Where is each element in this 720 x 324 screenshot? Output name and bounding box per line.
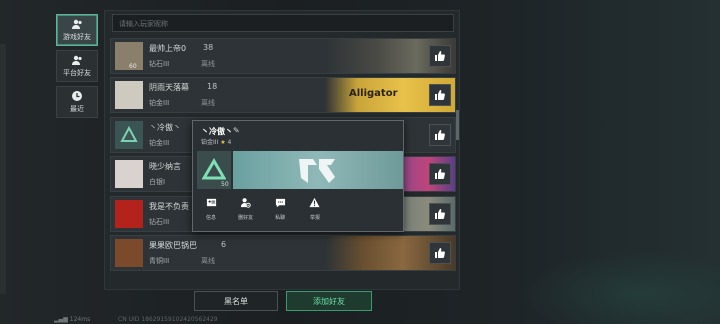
- users-icon: [72, 19, 82, 29]
- friend-rank: 白银I: [149, 178, 166, 186]
- friend-count: 18: [207, 82, 218, 91]
- thumbs-up-icon: [435, 90, 445, 100]
- friend-name: 最帅上帝0: [149, 44, 187, 53]
- friend-count: 6: [221, 240, 227, 249]
- list-item[interactable]: 60 最帅上帝0 38 钻石III 离线: [110, 38, 456, 74]
- friend-rank: 钻石III: [149, 218, 170, 226]
- search-input[interactable]: 请输入玩家昵称: [112, 14, 454, 32]
- add-friend-button[interactable]: 添加好友: [286, 291, 372, 311]
- friend-status: 离线: [201, 99, 215, 107]
- scrollbar[interactable]: [456, 110, 459, 140]
- popup-rank: 铂金III ★ 4: [201, 137, 231, 146]
- friend-status: 离线: [201, 257, 215, 265]
- friend-status: 离线: [201, 60, 215, 68]
- tab-recent[interactable]: 最近: [56, 86, 98, 118]
- star-icon: ★: [220, 139, 226, 146]
- profile-card-icon: [206, 198, 216, 207]
- left-edge-panel: [0, 44, 6, 294]
- action-label: 信息: [205, 215, 216, 221]
- info-button[interactable]: 信息: [197, 197, 225, 221]
- ping-value: 124ms: [69, 316, 91, 323]
- like-button[interactable]: [429, 45, 451, 67]
- tab-label: 游戏好友: [63, 33, 91, 41]
- friend-popup: 丶冷傲丶 ✎ 铂金III ★ 4 50 信息 删好友 私聊 举报: [192, 120, 404, 232]
- banner-logo-icon: [299, 159, 335, 183]
- users-icon: [72, 55, 82, 65]
- avatar: [115, 239, 143, 267]
- friend-name: 晓少纳言: [149, 162, 181, 171]
- like-button[interactable]: [429, 124, 451, 146]
- tab-game-friends[interactable]: 游戏好友: [56, 14, 98, 46]
- remove-user-icon: [241, 198, 251, 208]
- clock-icon: [72, 91, 82, 101]
- thumbs-up-icon: [435, 169, 445, 179]
- remove-friend-button[interactable]: 删好友: [232, 197, 260, 221]
- popup-level: 50: [221, 181, 229, 188]
- friend-rank: 铂金III: [149, 99, 170, 107]
- action-label: 私聊: [275, 215, 286, 221]
- sidebar: 游戏好友 平台好友 最近: [56, 14, 98, 122]
- like-button[interactable]: [429, 242, 451, 264]
- like-button[interactable]: [429, 84, 451, 106]
- avatar: [115, 121, 143, 149]
- triangle-logo-icon: [202, 158, 226, 180]
- uid-text: CN UID 18629159102420562429: [118, 316, 218, 323]
- avatar: [115, 200, 143, 228]
- popup-actions: 信息 删好友 私聊 举报: [197, 197, 329, 221]
- tab-label: 平台好友: [63, 69, 91, 77]
- chat-button[interactable]: 私聊: [266, 197, 294, 221]
- friend-rank: 铂金III: [149, 139, 170, 147]
- stars-count: 4: [227, 139, 232, 146]
- thumbs-up-icon: [435, 248, 445, 258]
- friend-name: 丶冷傲丶: [149, 123, 181, 132]
- level-badge: 60: [129, 63, 137, 70]
- action-label: 举报: [309, 215, 320, 221]
- ping-indicator: ▂▄▆ 124ms: [54, 316, 90, 323]
- banner-text: Alligator: [349, 88, 398, 99]
- rank-label: 铂金III: [201, 139, 219, 146]
- triangle-logo-icon: [120, 126, 138, 142]
- friend-name: 我是不负责: [149, 202, 189, 211]
- thumbs-up-icon: [435, 130, 445, 140]
- list-item[interactable]: 果果欧巴锅巴 6 青铜III 离线: [110, 235, 456, 271]
- friend-count: 38: [203, 43, 214, 52]
- tab-platform-friends[interactable]: 平台好友: [56, 50, 98, 82]
- report-button[interactable]: 举报: [301, 197, 329, 221]
- friend-rank: 钻石III: [149, 60, 170, 68]
- action-label: 删好友: [238, 215, 254, 221]
- like-button[interactable]: [429, 163, 451, 185]
- friend-name: 阴雨天落幕: [149, 83, 189, 92]
- chat-icon: [275, 198, 285, 208]
- tab-label: 最近: [70, 105, 84, 113]
- blacklist-button[interactable]: 黑名单: [194, 291, 278, 311]
- popup-banner: [233, 151, 403, 189]
- avatar: [115, 160, 143, 188]
- friend-name: 果果欧巴锅巴: [149, 241, 197, 250]
- edit-icon[interactable]: ✎: [233, 126, 240, 135]
- wifi-icon: ▂▄▆: [54, 316, 68, 323]
- like-button[interactable]: [429, 203, 451, 225]
- friend-rank: 青铜III: [149, 257, 170, 265]
- thumbs-up-icon: [435, 209, 445, 219]
- list-item[interactable]: 阴雨天落幕 18 铂金III 离线 Alligator: [110, 77, 456, 113]
- thumbs-up-icon: [435, 51, 445, 61]
- popup-name: 丶冷傲丶: [201, 127, 233, 136]
- warning-icon: [309, 197, 321, 208]
- avatar: [115, 81, 143, 109]
